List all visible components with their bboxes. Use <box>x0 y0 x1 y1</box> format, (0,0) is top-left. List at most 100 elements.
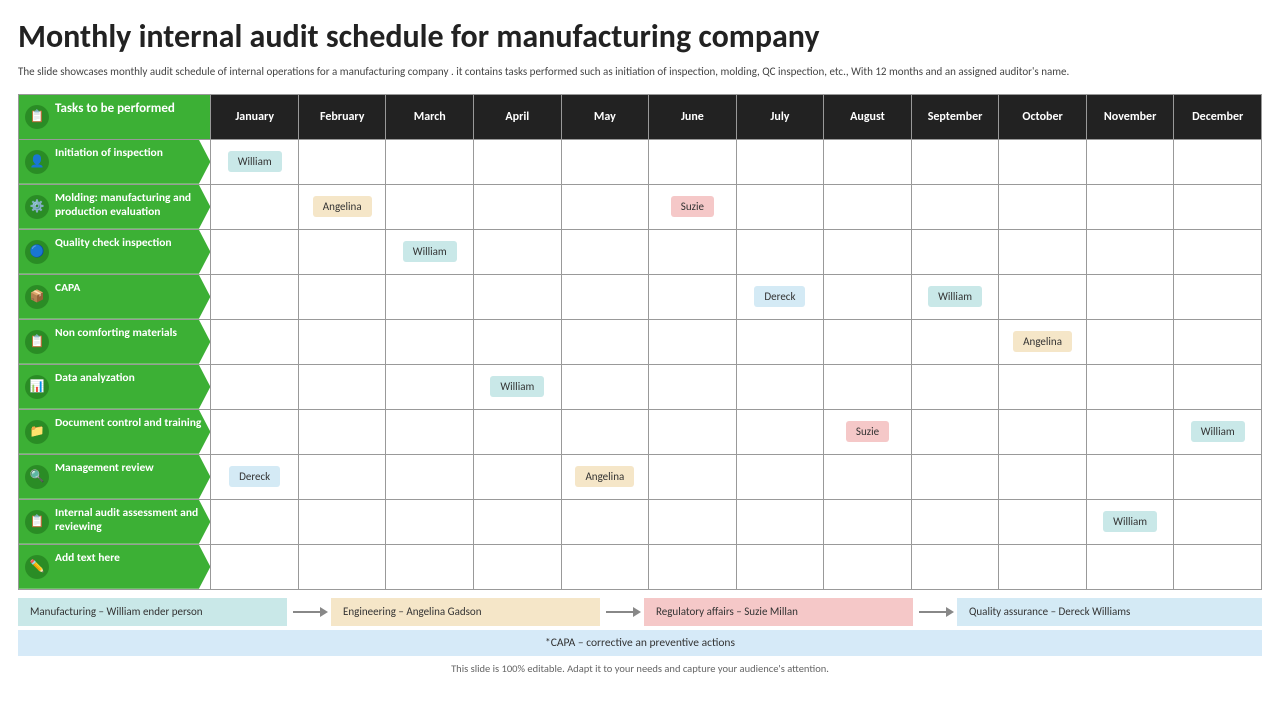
task-cell-4: 📋Non comforting materials <box>19 320 210 364</box>
cell-1-november <box>1086 184 1174 229</box>
cell-7-may: Angelina <box>561 454 649 499</box>
cell-3-june <box>649 274 737 319</box>
cell-8-january <box>211 499 299 544</box>
cell-1-august <box>824 184 912 229</box>
header-icon: 📋 <box>25 105 49 129</box>
cell-0-november <box>1086 139 1174 184</box>
cell-9-may <box>561 544 649 589</box>
cell-5-july <box>736 364 824 409</box>
cell-4-february <box>298 319 386 364</box>
task-cell-9: ✏️Add text here <box>19 545 210 589</box>
month-dec: December <box>1174 94 1262 139</box>
cell-4-april <box>474 319 562 364</box>
schedule-table: 📋 Tasks to be performed January February… <box>18 94 1262 590</box>
cell-5-september <box>911 364 999 409</box>
cell-0-april <box>474 139 562 184</box>
cell-9-january <box>211 544 299 589</box>
cell-7-january: Dereck <box>211 454 299 499</box>
legend-item-2: Regulatory affairs – Suzie Millan <box>644 598 949 626</box>
auditor-badge: Dereck <box>754 286 805 307</box>
cell-0-march <box>386 139 474 184</box>
auditor-badge: William <box>228 151 282 172</box>
legend-color-0: Manufacturing – William ender person <box>18 598 287 626</box>
month-aug: August <box>824 94 912 139</box>
legend-item-3: Quality assurance – Dereck Williams <box>957 598 1262 626</box>
cell-4-january <box>211 319 299 364</box>
table-row: ✏️Add text here <box>19 544 1262 589</box>
cell-5-february <box>298 364 386 409</box>
cell-6-june <box>649 409 737 454</box>
cell-3-august <box>824 274 912 319</box>
cell-2-may <box>561 229 649 274</box>
cell-2-september <box>911 229 999 274</box>
footer-note: This slide is 100% editable. Adapt it to… <box>18 662 1262 675</box>
task-cell-8: 📋Internal audit assessment and reviewing <box>19 500 210 544</box>
cell-3-september: William <box>911 274 999 319</box>
cell-7-june <box>649 454 737 499</box>
cell-8-august <box>824 499 912 544</box>
page-subtitle: The slide showcases monthly audit schedu… <box>18 64 1262 79</box>
cell-9-october <box>999 544 1087 589</box>
cell-4-december <box>1174 319 1262 364</box>
cell-2-october <box>999 229 1087 274</box>
cell-0-may <box>561 139 649 184</box>
cell-4-march <box>386 319 474 364</box>
month-oct: October <box>999 94 1087 139</box>
month-mar: March <box>386 94 474 139</box>
legend-item-0: Manufacturing – William ender person <box>18 598 323 626</box>
cell-6-november <box>1086 409 1174 454</box>
cell-9-february <box>298 544 386 589</box>
cell-8-february <box>298 499 386 544</box>
cell-6-february <box>298 409 386 454</box>
cell-3-march <box>386 274 474 319</box>
header-task-cell: 📋 Tasks to be performed <box>19 95 210 139</box>
task-cell-5: 📊Data analyzation <box>19 365 210 409</box>
cell-6-october <box>999 409 1087 454</box>
cell-8-september <box>911 499 999 544</box>
legend-color-2: Regulatory affairs – Suzie Millan <box>644 598 913 626</box>
cell-2-august <box>824 229 912 274</box>
cell-3-may <box>561 274 649 319</box>
cell-6-september <box>911 409 999 454</box>
task-cell-6: 📁Document control and training <box>19 410 210 454</box>
cell-3-october <box>999 274 1087 319</box>
cell-3-july: Dereck <box>736 274 824 319</box>
cell-1-june: Suzie <box>649 184 737 229</box>
cell-7-august <box>824 454 912 499</box>
cell-1-july <box>736 184 824 229</box>
table-row: 👤Initiation of inspection William <box>19 139 1262 184</box>
task-cell-0: 👤Initiation of inspection <box>19 140 210 184</box>
cell-1-october <box>999 184 1087 229</box>
table-row: 🔵Quality check inspectionWilliam <box>19 229 1262 274</box>
cell-4-august <box>824 319 912 364</box>
auditor-badge: Suzie <box>846 421 889 442</box>
cell-9-june <box>649 544 737 589</box>
auditor-badge: William <box>1191 421 1245 442</box>
cell-1-february: Angelina <box>298 184 386 229</box>
cell-5-april: William <box>474 364 562 409</box>
cell-7-march <box>386 454 474 499</box>
legend-arrow-0 <box>293 611 323 613</box>
auditor-badge: Angelina <box>575 466 634 487</box>
table-row: 📦CAPADereckWilliam <box>19 274 1262 319</box>
task-cell-7: 🔍Management review <box>19 455 210 499</box>
cell-3-january <box>211 274 299 319</box>
cell-5-may <box>561 364 649 409</box>
cell-1-january <box>211 184 299 229</box>
cell-9-december <box>1174 544 1262 589</box>
cell-0-june <box>649 139 737 184</box>
month-nov: November <box>1086 94 1174 139</box>
table-row: 📋Non comforting materialsAngelina <box>19 319 1262 364</box>
cell-1-march <box>386 184 474 229</box>
task-icon-9: ✏️ <box>25 555 49 579</box>
auditor-badge: Suzie <box>671 196 714 217</box>
cell-5-march <box>386 364 474 409</box>
month-jun: June <box>649 94 737 139</box>
page-title: Monthly internal audit schedule for manu… <box>18 18 1262 56</box>
cell-7-february <box>298 454 386 499</box>
cell-9-november <box>1086 544 1174 589</box>
cell-2-april <box>474 229 562 274</box>
cell-9-august <box>824 544 912 589</box>
task-icon-2: 🔵 <box>25 240 49 264</box>
auditor-badge: Dereck <box>229 466 280 487</box>
